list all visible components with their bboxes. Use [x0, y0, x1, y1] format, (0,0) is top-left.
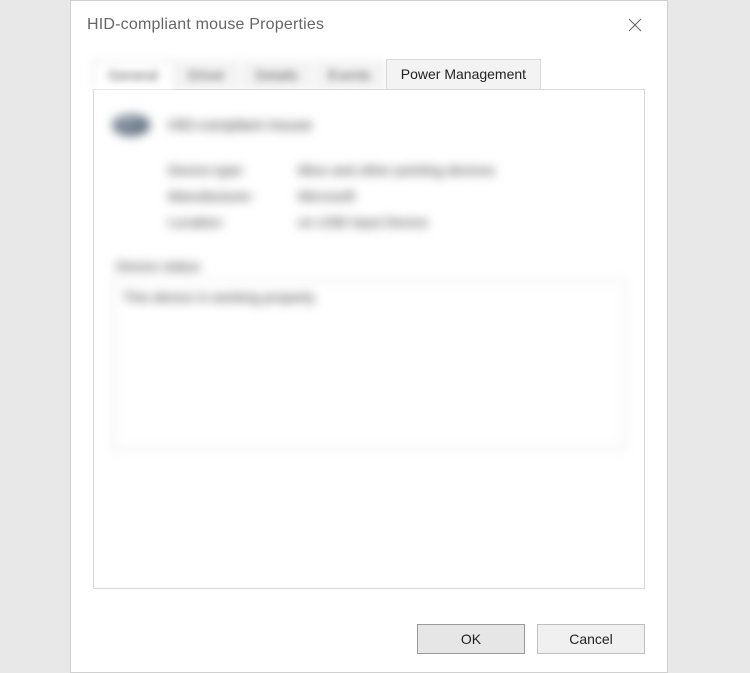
properties-dialog: HID-compliant mouse Properties General D… [70, 0, 668, 673]
tab-general[interactable]: General [93, 60, 173, 90]
close-button[interactable] [617, 7, 653, 43]
tab-events[interactable]: Events [313, 60, 386, 90]
status-text: This device is working properly. [123, 289, 317, 305]
info-value: Mice and other pointing devices [298, 162, 495, 178]
tabs-row: General Driver Details Events Power Mana… [71, 49, 667, 90]
device-name: HID-compliant mouse [168, 117, 312, 134]
cancel-button[interactable]: Cancel [537, 624, 645, 654]
info-label: Manufacturer: [168, 188, 298, 204]
status-label: Device status [116, 258, 626, 274]
device-header: HID-compliant mouse [112, 114, 626, 136]
info-label: Location: [168, 214, 298, 230]
tab-power-management[interactable]: Power Management [386, 59, 541, 90]
device-info: Device type: Mice and other pointing dev… [168, 162, 626, 230]
info-label: Device type: [168, 162, 298, 178]
ok-button[interactable]: OK [417, 624, 525, 654]
titlebar: HID-compliant mouse Properties [71, 1, 667, 49]
info-value: on USB Input Device [298, 214, 428, 230]
dialog-buttons: OK Cancel [71, 608, 667, 672]
device-status-section: Device status This device is working pro… [112, 258, 626, 450]
info-row-location: Location: on USB Input Device [168, 214, 626, 230]
info-row-type: Device type: Mice and other pointing dev… [168, 162, 626, 178]
tab-panel-general: HID-compliant mouse Device type: Mice an… [93, 89, 645, 589]
dialog-title: HID-compliant mouse Properties [87, 16, 324, 34]
info-row-manufacturer: Manufacturer: Microsoft [168, 188, 626, 204]
tab-details[interactable]: Details [240, 60, 313, 90]
mouse-icon [112, 114, 150, 136]
close-icon [628, 18, 642, 32]
info-value: Microsoft [298, 188, 355, 204]
tab-driver[interactable]: Driver [173, 60, 240, 90]
status-textbox: This device is working properly. [112, 280, 626, 450]
